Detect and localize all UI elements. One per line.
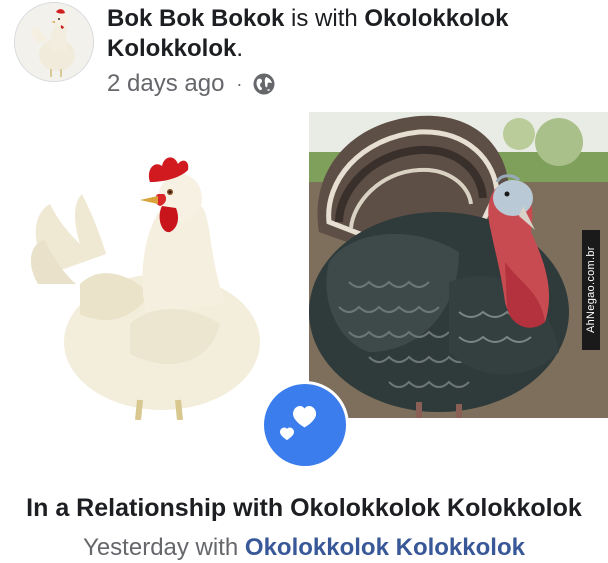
relationship-photos: AhNegao.com.br: [0, 112, 608, 420]
chicken-image-icon: [30, 157, 260, 420]
relationship-date: Yesterday: [83, 534, 189, 561]
globe-icon[interactable]: [252, 72, 276, 96]
chicken-avatar-icon: [15, 3, 93, 81]
post-header: Bok Bok Bokok is with Okolokkolok Kolokk…: [0, 0, 608, 110]
relationship-title: In a Relationship with Okolokkolok Kolok…: [26, 494, 582, 522]
period-text: .: [236, 35, 244, 62]
post-timestamp[interactable]: 2 days ago: [107, 70, 224, 98]
post-meta: 2 days ago ·: [107, 67, 276, 101]
author-name-link[interactable]: Bok Bok Bokok: [107, 5, 284, 32]
connector-text: is with: [284, 5, 365, 32]
hearts-icon: [280, 405, 317, 440]
profile-avatar[interactable]: [14, 2, 94, 82]
turkey-image-icon: [309, 112, 608, 418]
meta-separator: ·: [236, 73, 243, 94]
post-header-text: Bok Bok Bokok is with Okolokkolok Kolokk…: [107, 4, 587, 64]
chicken-photo[interactable]: [20, 124, 290, 420]
partner-link[interactable]: Okolokkolok Kolokkolok: [245, 534, 525, 561]
relationship-badge[interactable]: [264, 384, 346, 466]
relationship-subtitle: Yesterday with Okolokkolok Kolokkolok: [0, 533, 608, 563]
relationship-with-text: with: [188, 534, 245, 561]
turkey-photo[interactable]: AhNegao.com.br: [309, 112, 608, 418]
watermark-text: AhNegao.com.br: [582, 230, 600, 350]
